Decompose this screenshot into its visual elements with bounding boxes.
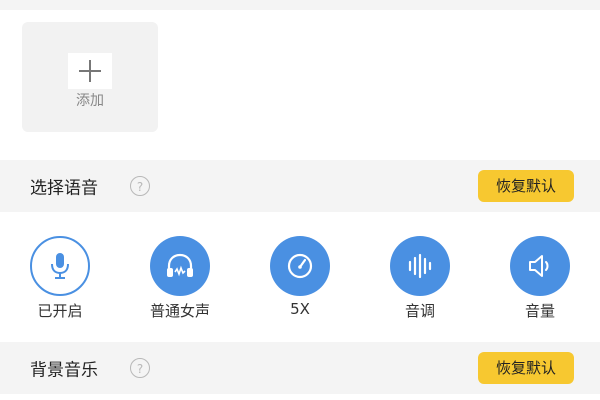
background-music-title: 背景音乐 [30,360,98,381]
background-music-section: 背景音乐 ? 恢复默认 [0,342,600,394]
voice-option-label: 音调 [404,302,435,320]
microphone-icon [30,236,90,296]
voice-option-speed[interactable]: 5X [252,236,348,322]
plus-icon [68,53,112,89]
soundwave-icon [390,236,450,296]
voice-option-label: 5X [290,300,310,318]
add-tile[interactable]: 添加 [22,22,158,132]
voice-option-female[interactable]: 普通女声 [132,236,228,322]
add-label: 添加 [76,93,104,109]
help-icon[interactable]: ? [130,358,150,378]
voice-option-label: 普通女声 [149,302,210,320]
select-voice-title: 选择语音 [30,178,98,199]
speedometer-icon [270,236,330,296]
voice-option-enabled[interactable]: 已开启 [12,236,108,322]
top-strip [0,0,600,10]
speaker-icon [510,236,570,296]
voice-option-pitch[interactable]: 音调 [372,236,468,322]
voice-option-volume[interactable]: 音量 [492,236,588,322]
voice-option-label: 音量 [524,302,555,320]
reset-default-button[interactable]: 恢复默认 [478,352,574,384]
reset-default-button[interactable]: 恢复默认 [478,170,574,202]
voice-option-label: 已开启 [37,302,83,320]
headphones-icon [150,236,210,296]
help-icon[interactable]: ? [130,176,150,196]
select-voice-section: 选择语音 ? 恢复默认 [0,160,600,212]
